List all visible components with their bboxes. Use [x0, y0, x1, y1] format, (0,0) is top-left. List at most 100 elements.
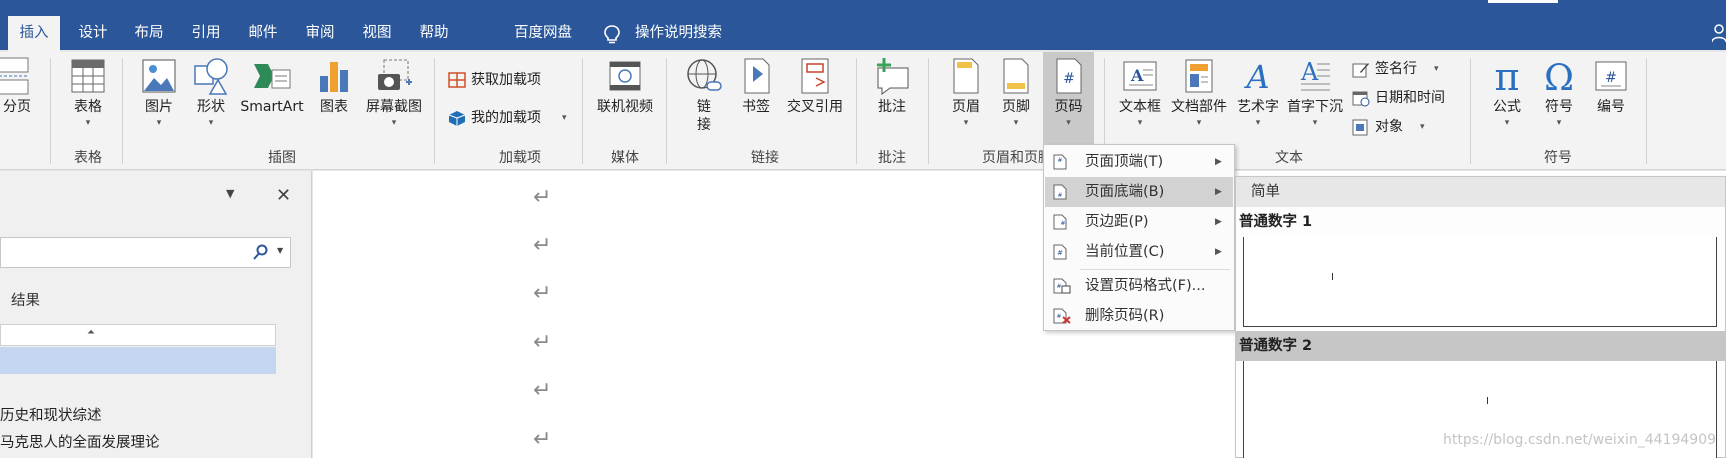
- user-icon[interactable]: [1712, 24, 1726, 42]
- group-separator: [434, 58, 435, 164]
- shapes-button[interactable]: 形状 ▾: [188, 56, 234, 130]
- chevron-down-icon: ▾: [391, 118, 397, 128]
- date-time-button[interactable]: 日期和时间: [1352, 87, 1472, 109]
- wordart-button[interactable]: A 艺术字 ▾: [1232, 56, 1284, 130]
- menu-item-label: 页面顶端(T): [1085, 154, 1164, 170]
- remove-page-number-icon: #: [1053, 308, 1071, 324]
- heading-scroll-up[interactable]: ⏶: [0, 324, 276, 346]
- signature-line-button[interactable]: 签名行 ▾: [1352, 58, 1462, 80]
- menu-item-top-of-page[interactable]: # 页面顶端(T) ▶: [1045, 147, 1233, 177]
- chevron-down-icon[interactable]: ▼: [277, 246, 283, 255]
- menu-item-label: 页边距(P): [1085, 214, 1149, 230]
- svg-text:#: #: [1605, 70, 1617, 86]
- my-addins-label: 我的加载项: [471, 110, 541, 126]
- table-button[interactable]: 表格 ▾: [64, 56, 112, 130]
- page-break-icon: [0, 57, 29, 95]
- tab-references[interactable]: 引用: [181, 18, 231, 50]
- tab-help[interactable]: 帮助: [409, 18, 459, 50]
- tab-review[interactable]: 审阅: [295, 18, 345, 50]
- navigation-search-input[interactable]: ▼: [0, 237, 291, 268]
- link-label-line1: 链: [697, 99, 711, 115]
- chevron-down-icon: ▾: [1066, 118, 1071, 128]
- bar-chart-icon: [320, 62, 348, 92]
- page-top-icon: #: [1053, 154, 1067, 170]
- svg-text:#: #: [1057, 249, 1063, 257]
- nav-heading-item[interactable]: 历史和现状综述: [0, 404, 102, 425]
- svg-text:π: π: [1495, 56, 1520, 96]
- chevron-right-icon: ▶: [1215, 247, 1222, 257]
- tab-layout[interactable]: 布局: [124, 18, 174, 50]
- menu-item-format-page-numbers[interactable]: # 设置页码格式(F)...: [1045, 271, 1233, 301]
- svg-text:#: #: [1057, 192, 1062, 199]
- search-icon[interactable]: [253, 244, 269, 260]
- object-label: 对象: [1375, 119, 1403, 135]
- chart-button[interactable]: 图表: [312, 56, 356, 116]
- screenshot-button[interactable]: 屏幕截图 ▾: [360, 56, 428, 130]
- chevron-down-icon: ▾: [1013, 118, 1019, 128]
- gallery-option-caption[interactable]: 普通数字 1: [1236, 207, 1725, 237]
- shapes-label: 形状: [197, 99, 225, 115]
- paragraph-mark: ↵: [533, 427, 552, 452]
- svg-text:#: #: [1060, 220, 1065, 227]
- gallery-option-preview[interactable]: [1243, 237, 1717, 327]
- group-separator: [856, 58, 857, 164]
- menu-item-label: 当前位置(C): [1085, 244, 1165, 260]
- close-icon[interactable]: ✕: [276, 185, 291, 206]
- chevron-right-icon: ▶: [1215, 217, 1222, 227]
- page-break-button[interactable]: 分页: [0, 56, 34, 116]
- symbol-button[interactable]: Ω 符号 ▾: [1534, 56, 1584, 130]
- menu-item-bottom-of-page[interactable]: # 页面底端(B) ▶: [1045, 177, 1233, 207]
- quick-parts-button[interactable]: 文档部件 ▾: [1168, 56, 1230, 130]
- header-button[interactable]: 页眉 ▾: [942, 56, 990, 130]
- group-label-illustrations: 插图: [268, 150, 296, 166]
- smartart-button[interactable]: SmartArt: [238, 56, 306, 116]
- tab-mailings[interactable]: 邮件: [238, 18, 288, 50]
- menu-item-current-position[interactable]: # 当前位置(C) ▶: [1045, 237, 1233, 267]
- header-label: 页眉: [952, 99, 980, 115]
- number-button[interactable]: # 编号: [1588, 56, 1634, 116]
- group-label-links: 链接: [751, 150, 779, 166]
- tab-insert[interactable]: 插入: [8, 16, 60, 52]
- gallery-option-caption[interactable]: 普通数字 2: [1236, 331, 1725, 361]
- tab-view[interactable]: 视图: [352, 18, 402, 50]
- selected-heading-row[interactable]: [0, 347, 276, 374]
- equation-button[interactable]: π 公式 ▾: [1482, 56, 1532, 130]
- online-video-button[interactable]: 联机视频: [592, 56, 658, 116]
- pictures-button[interactable]: 图片 ▾: [136, 56, 182, 130]
- omega-icon: Ω: [1544, 58, 1574, 96]
- menu-separator: [1080, 269, 1230, 270]
- drop-cap-button[interactable]: A 首字下沉 ▾: [1284, 56, 1346, 130]
- menu-item-page-margins[interactable]: # 页边距(P) ▶: [1045, 207, 1233, 237]
- pane-options-dropdown[interactable]: ▼: [226, 187, 234, 200]
- page-number-menu: # 页面顶端(T) ▶ # 页面底端(B) ▶ # 页边距(P) ▶ # 当前位…: [1043, 144, 1235, 331]
- cross-reference-button[interactable]: 交叉引用: [782, 56, 848, 116]
- table-icon: [71, 59, 105, 93]
- wordart-label: 艺术字: [1237, 99, 1279, 115]
- comment-button[interactable]: 批注: [868, 56, 916, 116]
- menu-item-remove-page-numbers[interactable]: # 删除页码(R): [1045, 301, 1233, 331]
- footer-button[interactable]: 页脚 ▾: [992, 56, 1040, 130]
- nav-heading-item[interactable]: 马克思人的全面发展理论: [0, 431, 160, 452]
- paragraph-mark: ↵: [533, 330, 552, 355]
- object-button[interactable]: 对象 ▾: [1352, 116, 1462, 138]
- picture-icon: [142, 59, 176, 93]
- pi-icon: π: [1495, 56, 1520, 96]
- chevron-down-icon: ▾: [1556, 118, 1562, 128]
- chevron-down-icon: ▾: [85, 118, 91, 128]
- link-button[interactable]: 链 接: [682, 56, 726, 134]
- my-addins-button[interactable]: 我的加载项 ▾: [448, 107, 598, 129]
- menu-item-label: 删除页码(R): [1085, 308, 1165, 324]
- tab-baidu-netdisk[interactable]: 百度网盘: [503, 18, 583, 50]
- ribbon-tab-bar: 插入 设计 布局 引用 邮件 审阅 视图 帮助 百度网盘 操作说明搜索: [0, 0, 1726, 52]
- text-box-button[interactable]: A 文本框 ▾: [1114, 56, 1166, 130]
- get-addins-button[interactable]: 获取加载项: [448, 69, 598, 91]
- format-page-number-icon: #: [1053, 278, 1071, 294]
- group-separator: [928, 58, 929, 164]
- results-tab[interactable]: 结果: [11, 289, 40, 310]
- tab-design[interactable]: 设计: [68, 18, 118, 50]
- chevron-down-icon: ▾: [1137, 118, 1143, 128]
- navigation-pane: ▼ ✕ ▼ 结果 ⏶ 历史和现状综述 马克思人的全面发展理论: [0, 171, 312, 458]
- bookmark-button[interactable]: 书签: [734, 56, 778, 116]
- group-separator: [50, 58, 51, 164]
- ribbon-insert: 分页 表格 ▾ 表格 图片 ▾ 形状 ▾ SmartArt 图表 屏幕截图 ▾ …: [0, 52, 1726, 170]
